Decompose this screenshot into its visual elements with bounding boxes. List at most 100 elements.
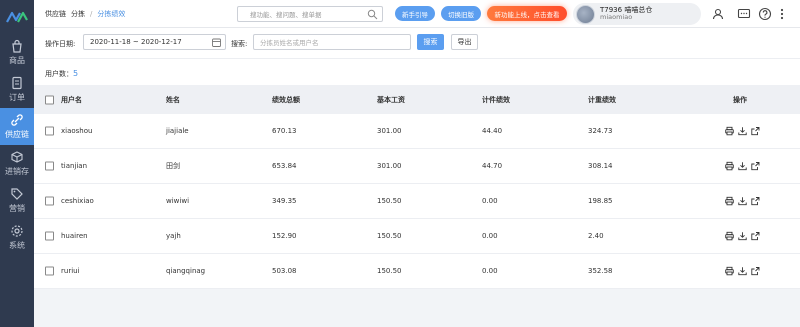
- sidebar-item-label: 供应链: [5, 130, 29, 139]
- print-icon[interactable]: [725, 231, 734, 241]
- cell-total: 670.13: [272, 127, 297, 135]
- cell-username: xiaoshou: [61, 127, 93, 135]
- cell-username: tianjian: [61, 162, 88, 170]
- user-count-label: 用户数：: [45, 70, 73, 78]
- cell-total: 152.90: [272, 232, 297, 240]
- cell-weight-performance: 324.73: [588, 127, 613, 135]
- search-placeholder: 搜功能、搜问题、搜单据: [250, 10, 322, 19]
- new-feature-button[interactable]: 新功能上线，点击查看: [487, 6, 567, 21]
- table-row: tianjian 田剑 653.84 301.00 44.70 308.14: [34, 149, 800, 184]
- row-actions: [725, 196, 760, 206]
- guide-button[interactable]: 新手引导: [395, 6, 435, 21]
- help-icon[interactable]: [758, 7, 772, 21]
- date-label: 操作日期:: [45, 40, 76, 48]
- cell-base-salary: 150.50: [377, 232, 402, 240]
- breadcrumb-current: 分拣绩效: [97, 9, 126, 18]
- breadcrumb-item[interactable]: 供应链: [45, 9, 66, 19]
- sidebar-item-system[interactable]: 系统: [0, 219, 34, 256]
- search-icon[interactable]: [367, 9, 378, 20]
- sidebar-item-goods[interactable]: 商品: [0, 34, 34, 71]
- cell-name: yajh: [166, 232, 181, 240]
- column-header: 操作: [733, 95, 747, 104]
- cell-weight-performance: 2.40: [588, 232, 604, 240]
- keyword-search-input[interactable]: 分拣员姓名或用户名: [253, 34, 411, 50]
- download-icon[interactable]: [738, 232, 747, 241]
- print-icon[interactable]: [725, 161, 734, 171]
- user-account: miaomiao: [600, 13, 633, 22]
- row-checkbox[interactable]: [45, 231, 54, 241]
- export-icon[interactable]: [751, 267, 760, 276]
- sidebar-item-label: 订单: [9, 93, 25, 102]
- column-header: 用户名: [61, 95, 82, 104]
- row-checkbox[interactable]: [45, 126, 54, 136]
- row-checkbox[interactable]: [45, 266, 54, 276]
- print-icon[interactable]: [725, 266, 734, 276]
- cell-piece-performance: 0.00: [482, 197, 498, 205]
- bag-icon: [12, 39, 22, 53]
- export-button[interactable]: 导出: [451, 34, 478, 50]
- filter-bar: 操作日期: 2020-11-18 ~ 2020-12-17 搜索: 分拣员姓名或…: [34, 28, 800, 58]
- download-icon[interactable]: [738, 197, 747, 206]
- column-header: 基本工资: [377, 95, 405, 104]
- cell-name: qiangqinag: [166, 267, 206, 275]
- row-checkbox[interactable]: [45, 161, 54, 171]
- row-actions: [725, 126, 760, 136]
- message-icon[interactable]: [737, 7, 751, 21]
- download-icon[interactable]: [738, 162, 747, 171]
- print-icon[interactable]: [725, 196, 734, 206]
- logo-icon: [6, 11, 28, 23]
- user-menu[interactable]: T7936 喵喵总仓 miaomiao: [573, 3, 701, 25]
- cell-piece-performance: 44.40: [482, 127, 503, 135]
- search-button[interactable]: 搜索: [417, 34, 444, 50]
- column-header: 绩效总额: [272, 95, 300, 104]
- download-icon[interactable]: [738, 267, 747, 276]
- cell-name: 田剑: [166, 162, 180, 170]
- row-checkbox[interactable]: [45, 196, 54, 206]
- date-range-picker[interactable]: 2020-11-18 ~ 2020-12-17: [83, 34, 226, 50]
- user-count-value: 5: [73, 69, 79, 78]
- user-profile-icon[interactable]: [711, 7, 725, 21]
- row-actions: [725, 161, 760, 171]
- cell-total: 349.35: [272, 197, 297, 205]
- print-icon[interactable]: [725, 126, 734, 136]
- export-icon[interactable]: [751, 232, 760, 241]
- keyword-placeholder: 分拣员姓名或用户名: [260, 39, 319, 47]
- export-icon[interactable]: [751, 197, 760, 206]
- export-icon[interactable]: [751, 162, 760, 171]
- export-icon[interactable]: [751, 127, 760, 136]
- gear-icon: [11, 225, 23, 237]
- global-search-input[interactable]: 搜功能、搜问题、搜单据: [237, 5, 383, 22]
- cell-piece-performance: 0.00: [482, 232, 498, 240]
- sidebar-item-supply-chain[interactable]: 供应链: [0, 108, 34, 145]
- inventory-icon: [11, 151, 23, 163]
- column-header: 姓名: [166, 95, 180, 104]
- select-all-checkbox[interactable]: [45, 95, 54, 104]
- cell-total: 503.08: [272, 267, 297, 275]
- sidebar: 商品 订单 供应链 进销存 营销 系统: [0, 0, 34, 327]
- app-logo[interactable]: [0, 0, 34, 34]
- breadcrumb-item[interactable]: 分拣: [71, 9, 85, 19]
- tag-icon: [11, 188, 23, 200]
- cell-name: wiwiwi: [166, 197, 190, 205]
- top-header: 供应链 分拣 / 分拣绩效 搜功能、搜问题、搜单据 新手引导 切换旧版 新功能上…: [34, 0, 800, 28]
- table-row: ceshixiao wiwiwi 349.35 150.50 0.00 198.…: [34, 184, 800, 219]
- cell-username: huairen: [61, 232, 88, 240]
- cell-username: ceshixiao: [61, 197, 94, 205]
- link-icon: [11, 114, 23, 126]
- cell-base-salary: 301.00: [377, 127, 402, 135]
- cell-name: jiajiale: [166, 127, 189, 135]
- more-icon[interactable]: [775, 7, 789, 21]
- cell-username: ruriui: [61, 267, 80, 275]
- download-icon[interactable]: [738, 127, 747, 136]
- sidebar-item-label: 系统: [9, 241, 25, 250]
- sidebar-item-inventory[interactable]: 进销存: [0, 145, 34, 182]
- switch-old-version-button[interactable]: 切换旧版: [441, 6, 481, 21]
- sidebar-item-marketing[interactable]: 营销: [0, 182, 34, 219]
- cell-weight-performance: 308.14: [588, 162, 613, 170]
- calendar-icon: [212, 38, 221, 47]
- keyword-label: 搜索:: [231, 40, 248, 48]
- sidebar-item-label: 商品: [9, 56, 25, 65]
- cell-piece-performance: 0.00: [482, 267, 498, 275]
- performance-table: 用户名 姓名 绩效总额 基本工资 计件绩效 计重绩效 操作 xiaoshou j…: [34, 85, 800, 289]
- sidebar-item-orders[interactable]: 订单: [0, 71, 34, 108]
